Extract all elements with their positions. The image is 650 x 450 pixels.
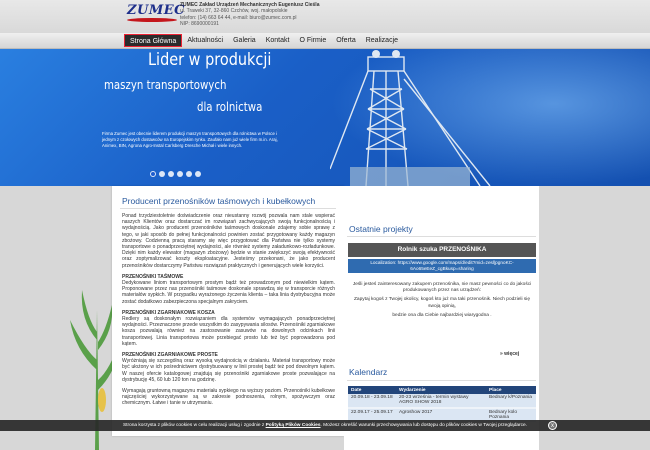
slider-dot[interactable] bbox=[168, 171, 174, 177]
calendar-header-row: Date Wydarzenie Place bbox=[348, 386, 536, 394]
hero-description: Firma Zumec jest obecnie liderem produkc… bbox=[102, 131, 278, 148]
nav-item[interactable]: Strona Główna bbox=[124, 34, 183, 47]
hero-headline: Lider w produkcji bbox=[148, 50, 272, 70]
hero-subheadline: maszyn transportowych bbox=[104, 78, 227, 92]
more-link[interactable]: » więcej bbox=[500, 351, 519, 357]
calendar-header-place: Place bbox=[486, 386, 536, 394]
section-text: Wyróżniają się szczególną oraz wysoką wy… bbox=[122, 358, 335, 383]
mine-tower-image bbox=[330, 50, 491, 186]
nav-item[interactable]: Aktualności bbox=[182, 34, 228, 47]
nav-item[interactable]: Kontakt bbox=[261, 34, 295, 47]
slider-dot[interactable] bbox=[177, 171, 183, 177]
project-description: Jeśli jesteś zainteresowany zakupem prze… bbox=[350, 282, 534, 322]
company-logo[interactable]: ZUMEC bbox=[127, 3, 184, 25]
close-icon[interactable]: x bbox=[548, 421, 557, 430]
slider-dot[interactable] bbox=[195, 171, 201, 177]
main-navigation: Strona Główna Aktualności Galeria Kontakt O … bbox=[0, 33, 650, 49]
logo-swoosh-icon bbox=[127, 18, 177, 22]
section-text: Redlery są doskonałym rozwiązaniem dla s… bbox=[122, 316, 335, 347]
calendar-date: 20.09.18 - 23.09.18 bbox=[348, 394, 396, 407]
cookie-banner: Strona korzysta z plików cookies w celu … bbox=[0, 420, 650, 431]
cookie-policy-link[interactable]: Polityką Plików Cookies bbox=[266, 423, 321, 428]
hero-banner: Lider w produkcji maszyn transportowych … bbox=[0, 49, 650, 186]
calendar-divider bbox=[347, 380, 536, 381]
section-text: Dedykowane liniom transportowym prostym … bbox=[122, 280, 335, 305]
slider-dot[interactable] bbox=[186, 171, 192, 177]
table-row[interactable]: 20.09.18 - 23.09.18 20-23 września - ter… bbox=[348, 394, 536, 407]
slider-dots bbox=[150, 171, 201, 177]
calendar-header-date: Date bbox=[348, 386, 396, 394]
project-text-2: Zapytaj kogoś z Twojej okolicy, kogoś kt… bbox=[353, 297, 531, 309]
nav-items: Strona Główna Aktualności Galeria Kontakt O … bbox=[124, 34, 403, 47]
calendar-header-event: Wydarzenie bbox=[396, 386, 486, 394]
project-map-link[interactable]: Localization: https://www.google.com/map… bbox=[348, 259, 536, 273]
nav-item[interactable]: Oferta bbox=[331, 34, 360, 47]
project-text-3: bedzie ona dla Ciebie najbardziej wiaryg… bbox=[392, 312, 492, 318]
calendar-place: Bednary k/Poznania bbox=[486, 394, 536, 407]
site-header: ZUMEC ZUMEC Zakład Urządzeń Mechanicznyc… bbox=[0, 0, 650, 33]
main-content: Producent przenośników taśmowych i kubeł… bbox=[112, 186, 344, 436]
cookie-text-after: . Możesz określić warunki przechowywania… bbox=[320, 423, 528, 428]
project-title[interactable]: Rolnik szuka PRZENOŚNIKA bbox=[348, 243, 536, 257]
project-text-1: Jeśli jesteś zainteresowany zakupem prze… bbox=[352, 282, 532, 294]
projects-title: Ostatnie projekty bbox=[349, 224, 413, 234]
sidebar: Ostatnie projekty Rolnik szuka PRZENOŚNI… bbox=[344, 186, 539, 450]
nav-item[interactable]: Realizacje bbox=[361, 34, 403, 47]
calendar-title: Kalendarz bbox=[349, 367, 388, 377]
cookie-text: Strona korzysta z plików cookies w celu … bbox=[122, 423, 265, 428]
calendar-event: 20-23 września - termin wystawy AGRO SHO… bbox=[396, 394, 486, 407]
nav-item[interactable]: Galeria bbox=[228, 34, 261, 47]
company-nip: NIP: 8690000191 bbox=[180, 21, 219, 28]
calendar-table: Date Wydarzenie Place 20.09.18 - 23.09.1… bbox=[348, 386, 536, 422]
projects-divider bbox=[347, 236, 536, 237]
company-info: ZUMEC Zakład Urządzeń Mechanicznych Euge… bbox=[180, 2, 319, 28]
logo-text: ZUMEC bbox=[127, 3, 185, 18]
hero-subheadline-2: dla rolnictwa bbox=[197, 100, 263, 114]
slider-dot[interactable] bbox=[159, 171, 165, 177]
article-body: Ponad trzydziestoletnie doświadczenie or… bbox=[122, 213, 335, 412]
intro-paragraph: Ponad trzydziestoletnie doświadczenie or… bbox=[122, 213, 335, 269]
section-text: Wymagają gruntowną magazynu materiału sy… bbox=[122, 388, 335, 407]
page-title: Producent przenośników taśmowych i kubeł… bbox=[122, 196, 316, 206]
more-link-label: więcej bbox=[504, 351, 520, 357]
title-divider bbox=[120, 208, 336, 209]
slider-dot[interactable] bbox=[150, 171, 156, 177]
nav-item[interactable]: O Firmie bbox=[294, 34, 331, 47]
